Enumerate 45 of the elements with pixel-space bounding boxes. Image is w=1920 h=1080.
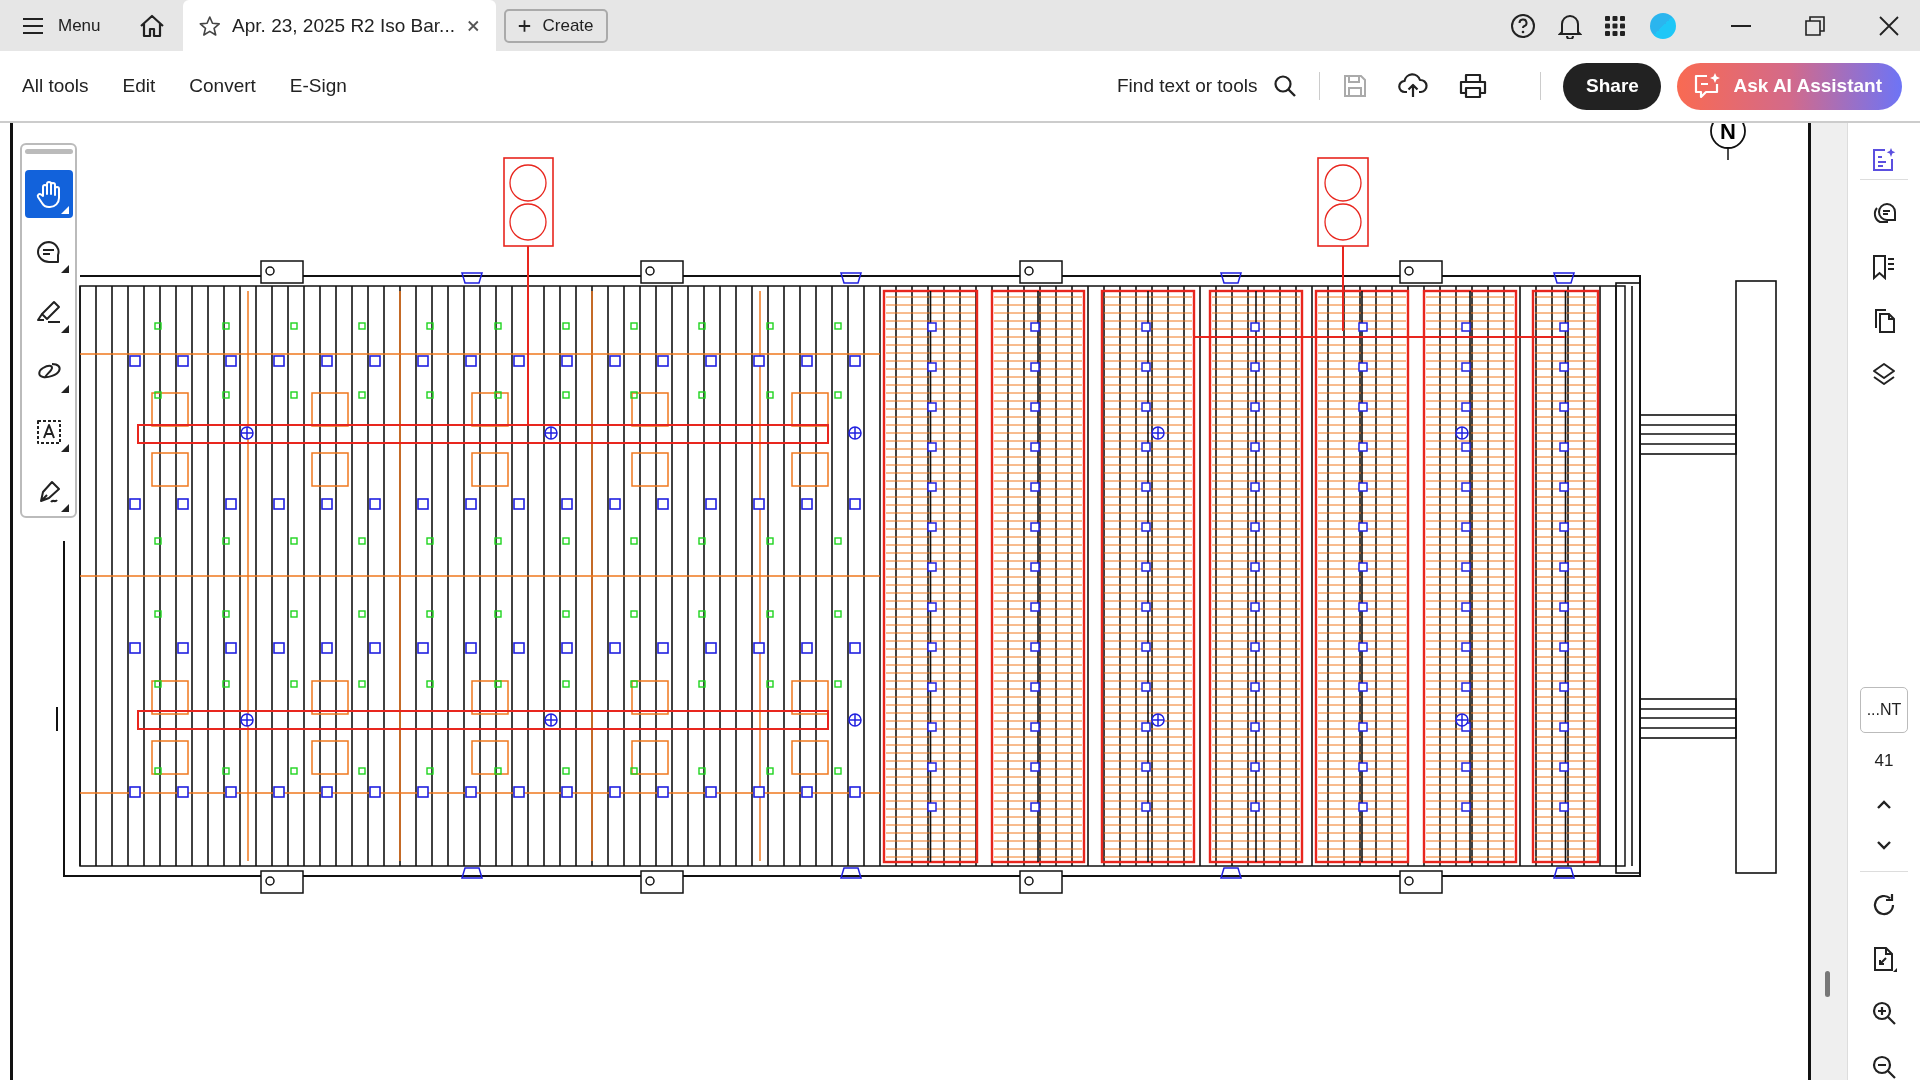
plus-icon xyxy=(517,17,531,34)
menu-button[interactable]: Menu xyxy=(22,15,101,36)
restore-icon[interactable] xyxy=(1804,14,1826,37)
toolbar-menu-item[interactable]: Edit xyxy=(122,75,156,97)
bell-icon[interactable] xyxy=(1558,12,1582,39)
chevron-up-icon[interactable] xyxy=(1875,799,1893,811)
print-icon[interactable] xyxy=(1458,73,1489,99)
document-tab[interactable]: Apr. 23, 2025 R2 Iso Bar... xyxy=(182,0,496,51)
star-icon[interactable] xyxy=(198,13,221,38)
north-label: N xyxy=(1720,123,1736,144)
edit-sparkle-icon[interactable] xyxy=(1871,147,1897,173)
page-fit-icon[interactable] xyxy=(1871,946,1897,972)
share-button[interactable]: Share xyxy=(1563,62,1662,110)
corner-arrow-icon xyxy=(60,384,69,393)
toolbar-menu-item[interactable]: All tools xyxy=(22,75,89,97)
corner-arrow-icon xyxy=(60,444,69,453)
cloud-upload-icon[interactable] xyxy=(1398,73,1429,99)
create-button[interactable]: Create xyxy=(503,8,608,43)
apps-grid-icon[interactable] xyxy=(1604,14,1626,37)
menu-icon xyxy=(22,16,44,35)
scrollbar-thumb[interactable] xyxy=(1825,971,1830,997)
toolbar-menu-item[interactable]: E-Sign xyxy=(289,75,347,97)
corner-arrow-icon xyxy=(60,504,69,512)
hand-tool-button[interactable] xyxy=(24,169,73,218)
layers-icon[interactable] xyxy=(1871,362,1897,388)
help-icon[interactable] xyxy=(1510,12,1536,39)
close-tab-icon[interactable] xyxy=(466,18,480,33)
page-number: 41 xyxy=(1874,751,1894,771)
home-icon[interactable] xyxy=(138,13,165,38)
corner-arrow-icon xyxy=(60,325,69,333)
tab-title: Apr. 23, 2025 R2 Iso Bar... xyxy=(232,14,455,37)
rotate-icon[interactable] xyxy=(1871,892,1897,918)
close-icon[interactable] xyxy=(1878,14,1900,37)
menu-label: Menu xyxy=(58,15,101,36)
corner-arrow-icon xyxy=(60,205,69,214)
bookmark-icon[interactable] xyxy=(1871,254,1897,280)
find-text-button[interactable]: Find text or tools xyxy=(1117,74,1298,98)
chevron-down-icon[interactable] xyxy=(1875,839,1893,851)
comments-icon[interactable] xyxy=(1871,200,1897,226)
page-label-field[interactable]: ...NT xyxy=(1860,687,1908,733)
zoom-out-icon[interactable] xyxy=(1871,1054,1897,1080)
search-icon xyxy=(1273,74,1298,98)
corner-arrow-icon xyxy=(60,265,69,274)
toolbar-menu-item[interactable]: Convert xyxy=(189,75,256,97)
zoom-in-icon[interactable] xyxy=(1871,1000,1897,1026)
